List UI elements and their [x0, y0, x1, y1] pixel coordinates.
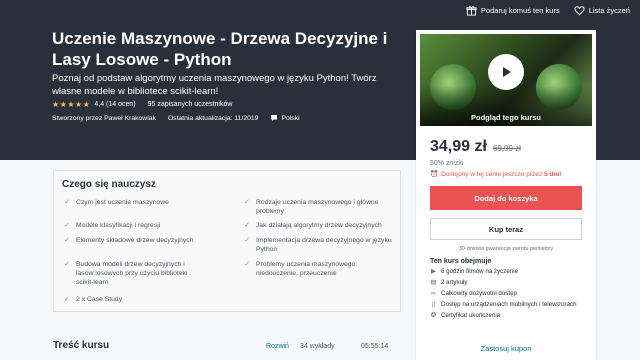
course-preview[interactable]: Podgląd tego kursu [420, 34, 592, 126]
learn-item-text: Elementy składowe drzew decyzyjnych [76, 237, 194, 244]
rating-stars-icon: ★★★★★ [52, 100, 91, 109]
deadline-prefix: Dostępny w tej cenie jeszcze przez [441, 170, 545, 178]
gift-course-button[interactable]: Podaruj komuś ten kurs [466, 5, 560, 16]
language-label: Polski [281, 114, 300, 122]
check-icon: ✓ [244, 261, 250, 268]
what-you-learn-title: Czego się nauczysz [62, 179, 156, 190]
language: Polski [270, 114, 300, 122]
price-deadline: ⏰ Dostępny w tej cenie jeszcze przez 5 d… [430, 170, 596, 179]
learn-item-text: Budowa modeli drzew decyzyjnych i lasów … [76, 261, 188, 286]
buy-now-button[interactable]: Kup teraz [430, 218, 582, 240]
heart-icon [574, 6, 585, 16]
includes-item-text: Całkowity dożywotni dostęp [441, 290, 518, 297]
learn-item: ✓ Problemy uczenia maszynowego: niedoucze… [244, 260, 389, 278]
check-icon: ✓ [244, 237, 250, 244]
alarm-clock-icon: ⏰ [430, 171, 439, 178]
learn-item: ✓ Czym jest uczenie maszynowe [64, 198, 214, 207]
students-count: 95 zapisanych uczestników [147, 101, 233, 108]
learn-item-text: Jak działają algorytmy drzew decyzyjnych [256, 222, 382, 229]
check-icon: ✓ [64, 199, 70, 206]
includes-item-text: Dostęp na urządzeniach mobilnych i telew… [441, 301, 577, 308]
includes-item-text: 2 artykuły [441, 279, 468, 286]
apply-coupon-link[interactable]: Zastosuj kupon [416, 344, 596, 353]
deadline-text: Dostępny w tej cenie jeszcze przez 5 dni… [441, 171, 561, 178]
original-price: 69,99 zł [492, 144, 521, 153]
article-icon: ▤ [430, 279, 437, 286]
learn-item: ✓ Elementy składowe drzew decyzyjnych [64, 236, 214, 245]
gift-course-label: Podaruj komuś ten kurs [480, 6, 560, 15]
includes-item: ✪ Certyfikat ukończenia [430, 312, 596, 320]
learn-item: ✓ Implementacja drzewa decyzyjnego w języ… [244, 236, 394, 254]
includes-title: Ten kurs obejmuje [430, 258, 492, 265]
speech-bubble-icon [271, 115, 278, 121]
wishlist-button[interactable]: Lista życzeń [574, 5, 630, 16]
certificate-icon: ✪ [430, 312, 437, 319]
learn-item: ✓ Budowa modeli drzew decyzyjnych i lasów… [64, 260, 204, 287]
course-subtitle: Poznaj od podstaw algorytmy uczenia masz… [52, 73, 377, 97]
learn-item-text: Implementacja drzewa decyzyjnego w język… [256, 237, 392, 253]
infinity-icon: ∞ [431, 290, 436, 297]
learn-item-text: Modele klasyfikacji i regresji [76, 222, 161, 229]
lectures-count: 34 wykłady [300, 343, 335, 350]
video-icon: ▶ [431, 268, 436, 275]
check-icon: ✓ [64, 237, 70, 244]
includes-item: ∞ Całkowity dożywotni dostęp [430, 290, 596, 298]
discount-text: 50% zniżki [430, 160, 464, 167]
wishlist-label: Lista życzeń [588, 6, 630, 15]
learn-item-text: 2 x Case Study [76, 296, 123, 303]
rating-row: ★★★★★ 4,4 (14 ocen) 95 zapisanych uczest… [52, 100, 232, 109]
includes-list: ▶ 6 godzin filmów na życzenie ▤ 2 artykuły… [430, 268, 596, 320]
play-button[interactable] [488, 54, 524, 90]
expand-all-link[interactable]: Rozwiń [266, 343, 289, 350]
check-icon: ✓ [64, 222, 70, 229]
learn-item: ✓ Modele klasyfikacji i regresji [64, 221, 214, 230]
course-title: Uczenie Maszynowe - Drzewa Decyzyjne i L… [52, 29, 388, 69]
deadline-days: 5 dni! [544, 170, 562, 178]
check-icon: ✓ [64, 296, 70, 303]
learn-item: ✓ Jak działają algorytmy drzew decyzyjnyc… [244, 221, 394, 230]
rating-value[interactable]: 4,4 (14 ocen) [94, 101, 135, 108]
check-icon: ✓ [244, 222, 250, 229]
learn-item: ✓ 2 x Case Study [64, 295, 214, 304]
price-row: 34,99 zł 69,99 zł [430, 138, 596, 156]
check-icon: ✓ [64, 261, 70, 268]
includes-item: ▤ 2 artykuły [430, 279, 596, 287]
author-text: Stworzony przez Paweł Krakowiak [52, 114, 156, 122]
learn-item-text: Czym jest uczenie maszynowe [76, 199, 169, 206]
total-duration: 05:55:14 [361, 343, 389, 350]
course-content-title: Treść kursu [53, 340, 110, 351]
learn-item: ✓ Rodzaje uczenia maszynowego i główne pr… [244, 198, 394, 216]
add-to-cart-button[interactable]: Dodaj do koszyka [430, 186, 582, 210]
gift-icon [466, 6, 477, 16]
purchase-sidebar: Podgląd tego kursu 34,99 zł 69,99 zł 50%… [416, 30, 596, 360]
last-updated: Ostatnia aktualizacja: 11/2019 [167, 114, 259, 122]
play-icon [503, 67, 511, 77]
includes-item-text: 6 godzin filmów na życzenie [441, 268, 519, 275]
current-price: 34,99 zł [430, 138, 487, 155]
learn-item-text: Rodzaje uczenia maszynowego i główne pro… [256, 199, 379, 215]
includes-item: ▶ 6 godzin filmów na życzenie [430, 268, 596, 276]
preview-label: Podgląd tego kursu [470, 113, 541, 122]
mobile-icon: ▯ [431, 301, 436, 308]
what-you-learn-box: Czego się nauczysz ✓ Czym jest uczenie ma… [53, 170, 401, 312]
learn-item-text: Problemy uczenia maszynowego: niedouczen… [256, 261, 358, 277]
includes-item: ▯ Dostęp na urządzeniach mobilnych i tele… [430, 301, 596, 309]
money-back-guarantee: 30-dniowa gwarancja zwrotu pieniędzy [458, 246, 554, 252]
course-meta: Stworzony przez Paweł Krakowiak Ostatnia… [52, 114, 300, 122]
check-icon: ✓ [244, 199, 250, 206]
header-actions: Podaruj komuś ten kurs Lista życzeń [466, 5, 630, 16]
includes-item-text: Certyfikat ukończenia [441, 312, 501, 319]
